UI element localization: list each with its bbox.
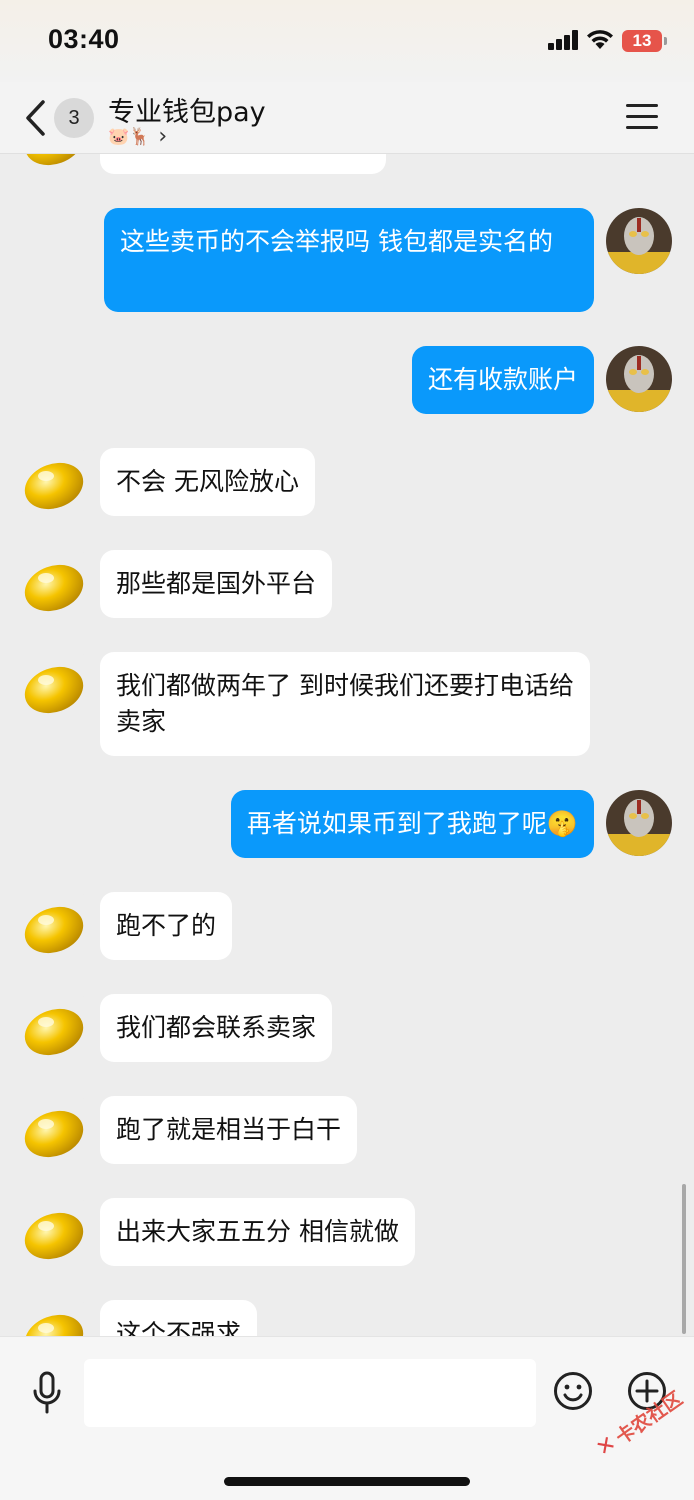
scrollbar[interactable] (682, 1184, 686, 1334)
message-bubble[interactable]: 我们都做两年了 到时候我们还要打电话给卖家 (100, 652, 590, 756)
smiley-icon[interactable] (553, 1371, 593, 1411)
unread-count-badge[interactable]: 3 (54, 98, 94, 138)
home-indicator[interactable] (224, 1477, 470, 1486)
user-avatar[interactable] (606, 790, 672, 856)
contact-avatar[interactable] (20, 550, 86, 616)
contact-avatar[interactable] (20, 892, 86, 958)
contact-avatar[interactable] (20, 1198, 86, 1264)
message-bubble[interactable]: 这个不强求 (100, 1300, 258, 1336)
chevron-left-icon[interactable] (22, 98, 50, 138)
contact-avatar[interactable] (20, 994, 86, 1060)
cellular-signal-icon (548, 30, 580, 50)
message-bubble[interactable]: 再者说如果币到了我跑了呢🤫 (230, 790, 594, 858)
input-bar (0, 1336, 694, 1500)
chevron-right-icon: › (158, 124, 168, 149)
contact-avatar[interactable] (20, 1096, 86, 1162)
message-list[interactable]: 这些卖币的不会举报吗 钱包都是实名的 还有收款账户 不会 无风险放心 那些都是国… (0, 154, 694, 1336)
battery-indicator: 13 (622, 30, 667, 52)
status-time: 03:40 (48, 24, 120, 54)
chat-header: 3 专业钱包pay 🐷🦌 › (0, 82, 694, 154)
microphone-icon[interactable] (30, 1371, 64, 1415)
message-bubble[interactable]: 跑不了的 (100, 892, 233, 960)
status-emoji-icons: 🐷🦌 (108, 126, 151, 147)
user-avatar[interactable] (606, 208, 672, 274)
status-bar: 03:40 13 (0, 0, 694, 82)
message-bubble[interactable]: 还有收款账户 (411, 346, 594, 414)
message-bubble[interactable]: 我们都会联系卖家 (100, 994, 333, 1062)
message-input[interactable] (84, 1359, 536, 1427)
contact-avatar[interactable] (20, 154, 86, 170)
message-bubble[interactable]: 那些都是国外平台 (100, 550, 333, 618)
shushing-face-emoji-icon: 🤫 (546, 809, 578, 838)
contact-avatar[interactable] (20, 1300, 86, 1336)
message-bubble[interactable] (100, 154, 386, 174)
message-bubble[interactable]: 出来大家五五分 相信就做 (100, 1198, 415, 1266)
message-bubble[interactable]: 跑了就是相当于白干 (100, 1096, 358, 1164)
user-avatar[interactable] (606, 346, 672, 412)
hamburger-menu-icon[interactable] (626, 104, 658, 130)
wifi-icon (587, 30, 613, 49)
chat-subtitle[interactable]: 🐷🦌 › (108, 124, 167, 149)
message-bubble[interactable]: 不会 无风险放心 (100, 448, 315, 516)
message-bubble[interactable]: 这些卖币的不会举报吗 钱包都是实名的 (104, 208, 594, 312)
contact-avatar[interactable] (20, 652, 86, 718)
contact-avatar[interactable] (20, 448, 86, 514)
